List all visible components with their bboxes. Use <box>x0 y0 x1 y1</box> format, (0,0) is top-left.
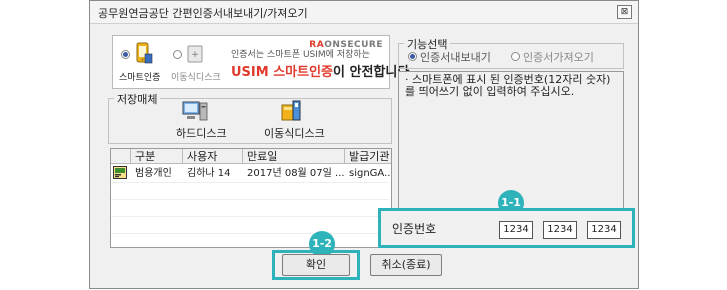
confirm-button[interactable]: 확인 <box>282 254 350 276</box>
import-radio[interactable] <box>511 52 520 61</box>
title-bar: 공무원연금공단 간편인증서내보내기/가져오기 ⊠ <box>90 1 638 24</box>
hard-disk-icon <box>182 100 208 122</box>
smartphone-radio[interactable] <box>121 50 130 59</box>
banner-line1: 인증서는 스마트폰 USIM에 저장하는 <box>231 50 370 60</box>
cancel-button[interactable]: 취소(종료) <box>370 254 442 276</box>
column-header-user[interactable]: 사용자 <box>183 149 243 164</box>
storage-group-label: 저장매체 <box>114 91 161 107</box>
certificate-icon <box>113 166 127 179</box>
auth-code-1[interactable]: 1234 <box>499 221 533 239</box>
column-header-issuer[interactable]: 발급기관 <box>345 149 391 164</box>
column-header-type[interactable]: 구분 <box>131 149 183 164</box>
svg-text:+: + <box>191 50 199 60</box>
removable-disk-label: 이동식디스크 <box>264 127 325 140</box>
removable-option-label[interactable]: 이동식디스크 <box>171 70 221 83</box>
cell-user: 김하나 14 <box>187 168 231 179</box>
certificate-table[interactable]: 구분 사용자 만료일 발급기관 범용개인 김하나 14 2017년 08월 07… <box>110 148 392 248</box>
removable-disk-icon: + <box>187 44 203 64</box>
smartphone-option-label[interactable]: 스마트인증 <box>119 70 160 83</box>
cell-type: 범용개인 <box>135 168 172 179</box>
close-button[interactable]: ⊠ <box>617 5 632 19</box>
import-label[interactable]: 인증서가져오기 <box>523 49 594 65</box>
column-header-icon <box>111 149 131 164</box>
hard-disk-option[interactable]: 하드디스크 <box>164 100 227 140</box>
window-title: 공무원연금공단 간편인증서내보내기/가져오기 <box>98 7 308 20</box>
hard-disk-label: 하드디스크 <box>176 127 227 140</box>
column-header-expiry[interactable]: 만료일 <box>243 149 345 164</box>
usim-banner: RAONSECURE 스마트인증 + 이동식디스크 인증서는 스마트폰 USIM… <box>112 35 409 89</box>
export-label[interactable]: 인증서내보내기 <box>420 49 491 65</box>
banner-line2: USIM 스마트인증이 안전합니다 <box>231 65 410 80</box>
instruction-text: · 스마트폰에 표시 된 인증번호(12자리 숫자)를 띄어쓰기 없이 입력하여… <box>405 73 611 98</box>
removable-radio[interactable] <box>173 50 182 59</box>
auth-number-label: 인증번호 <box>392 222 437 236</box>
usb-drive-icon <box>280 100 302 122</box>
cell-expiry: 2017년 08월 07일 ... <box>247 168 345 179</box>
smartphone-icon <box>133 42 153 66</box>
cell-issuer: signGA... <box>349 168 391 179</box>
confirm-highlight: 확인 <box>272 250 360 280</box>
auth-code-3[interactable]: 1234 <box>587 221 621 239</box>
export-radio[interactable] <box>408 52 417 61</box>
auth-code-2[interactable]: 1234 <box>543 221 577 239</box>
auth-number-highlight: 인증번호 1234 1234 1234 <box>378 208 635 248</box>
removable-disk-option[interactable]: 이동식디스크 <box>258 100 328 140</box>
